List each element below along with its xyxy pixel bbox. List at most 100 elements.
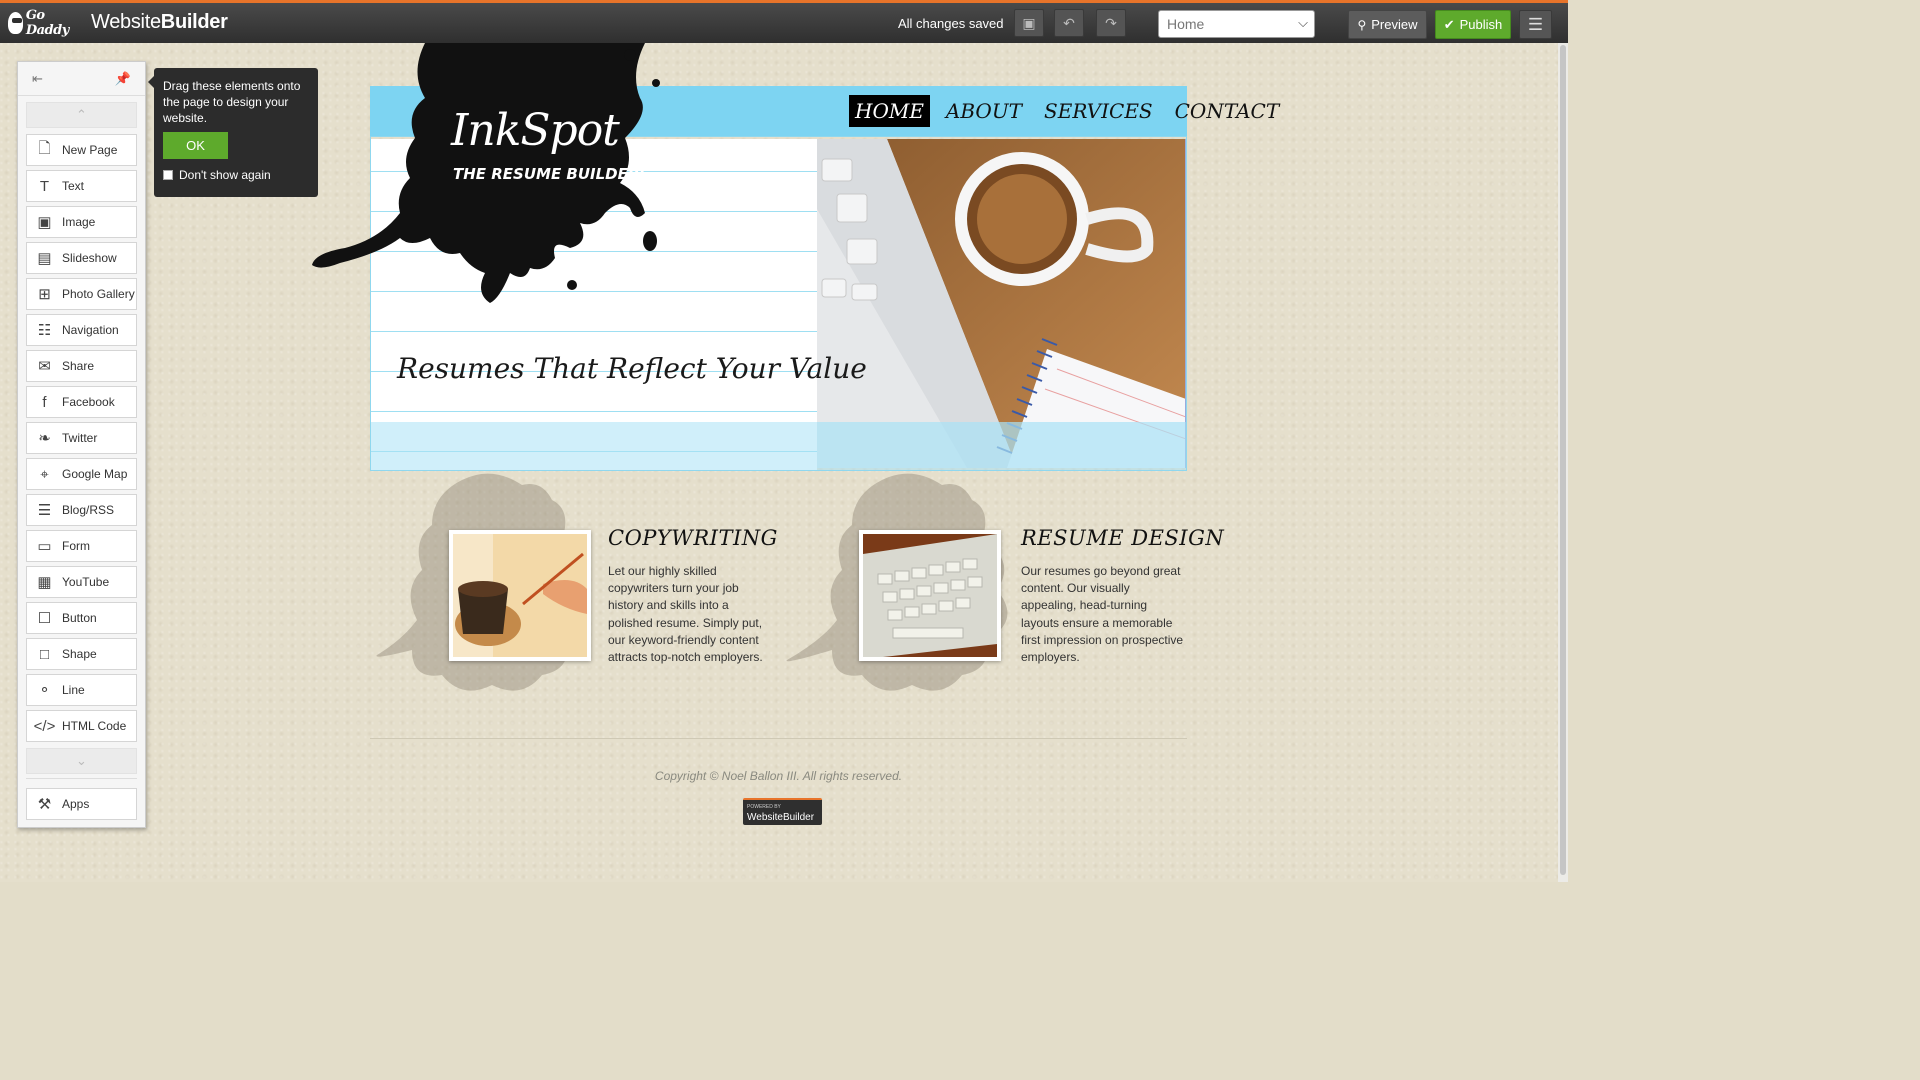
toolbox-item-line[interactable]: ⚬ Line [26,674,137,706]
godaddy-logo-text: Go Daddy [25,8,69,38]
toolbox-item-youtube[interactable]: ▦ YouTube [26,566,137,598]
preview-button[interactable]: ⚲ Preview [1348,10,1427,39]
site-navigation[interactable]: HOME ABOUT SERVICES CONTACT [849,92,1285,130]
pin-icon[interactable]: 📌 [115,71,131,87]
undo-button[interactable]: ↶ [1054,9,1084,37]
dont-show-again[interactable]: Don't show again [163,167,309,183]
toolbox-item-label: New Page [62,143,118,157]
redo-button[interactable]: ↷ [1096,9,1126,37]
text-icon: T [39,177,50,195]
toolbox-item-label: Apps [62,797,90,811]
toolbox-item-label: Google Map [62,467,128,481]
toolbox-item-form[interactable]: ▭ Form [26,530,137,562]
photo-gallery-icon: ⊞ [38,286,51,303]
toolbox-item-map[interactable]: ⌖ Google Map [26,458,137,490]
hero-tagline[interactable]: Resumes That Reflect Your Value [397,352,867,385]
toolbox-item-label: Line [62,683,85,697]
coffee-pen-photo [453,534,587,657]
toolbox-item-label: Blog/RSS [62,503,115,517]
toolbox-item-twitter[interactable]: ❧ Twitter [26,422,137,454]
undo-icon: ↶ [1063,14,1075,31]
scroll-thumb[interactable] [1560,45,1566,875]
button-icon: ☐ [37,610,52,627]
toolbox-item-label: Twitter [62,431,98,445]
toolbox-item-facebook[interactable]: f Facebook [26,386,137,418]
navigation-icon: ☷ [37,322,52,339]
tooltip-text: Drag these elements onto the page to des… [163,79,301,125]
godaddy-guy-icon [8,12,23,34]
dont-show-checkbox[interactable] [163,170,173,180]
save-status: All changes saved [898,16,1004,31]
site-logo-subtitle[interactable]: THE RESUME BUILDERS [453,165,650,183]
copywriting-text[interactable]: Let our highly skilled copywriters turn … [608,563,773,666]
redo-icon: ↷ [1105,14,1117,31]
toolbox-scroll-up[interactable]: ⌃ [26,102,137,128]
hamburger-icon: ☰ [1527,14,1544,34]
shape-icon: □ [39,645,50,663]
toolbox-item-blog[interactable]: ☰ Blog/RSS [26,494,137,526]
toolbox-item-button[interactable]: ☐ Button [26,602,137,634]
publish-label: Publish [1459,17,1503,32]
floppy-icon: ▣ [1022,14,1036,31]
toolbox-item-label: Facebook [62,395,115,409]
powered-by-badge[interactable]: POWERED BY WebsiteBuilder [743,798,822,825]
collapse-panel-icon[interactable]: ⇤ [32,71,43,87]
toolbox-item-text[interactable]: T Text [26,170,137,202]
slideshow-icon: ▤ [37,250,52,267]
nav-contact[interactable]: CONTACT [1169,95,1286,127]
toolbox-item-label: Shape [62,647,97,661]
menu-button[interactable]: ☰ [1519,10,1552,39]
html-code-icon: </> [33,717,56,735]
copywriting-image[interactable] [449,530,591,661]
nav-about[interactable]: ABOUT [940,95,1028,127]
resume-design-title[interactable]: RESUME DESIGN [1021,526,1224,550]
toolbox-item-shape[interactable]: □ Shape [26,638,137,670]
toolbox-item-html-code[interactable]: </> HTML Code [26,710,137,742]
facebook-icon: f [42,393,47,411]
footer-divider [370,738,1187,739]
toolbox-item-apps[interactable]: ⚒ Apps [26,788,137,820]
apps-icon: ⚒ [37,796,52,813]
save-button[interactable]: ▣ [1014,9,1044,37]
resume-design-text[interactable]: Our resumes go beyond great content. Our… [1021,563,1186,666]
toolbox-item-slideshow[interactable]: ▤ Slideshow [26,242,137,274]
nav-home[interactable]: HOME [849,95,930,127]
chevron-up-icon: ⌃ [76,107,87,122]
site-logo-title[interactable]: InkSpot [451,105,620,156]
top-bar: Go Daddy WebsiteBuilder All changes save… [0,0,1568,43]
publish-button[interactable]: ✔ Publish [1435,10,1511,39]
page-select[interactable]: Home ⌵ [1158,10,1315,38]
resume-design-image[interactable] [859,530,1001,661]
godaddy-logo[interactable]: Go Daddy [8,8,80,38]
badge-brand-text: WebsiteBuilder [747,812,815,823]
toolbox-item-share[interactable]: ✉ Share [26,350,137,382]
line-icon: ⚬ [38,682,51,699]
toolbox-item-label: Slideshow [62,251,117,265]
page-scrollbar[interactable] [1558,43,1568,882]
toolbox-item-label: Share [62,359,95,373]
image-icon: ▣ [37,214,52,231]
youtube-icon: ▦ [37,574,52,591]
new-page-icon: 🗋 [38,139,51,157]
preview-label: Preview [1371,17,1418,32]
copywriting-title[interactable]: COPYWRITING [608,526,778,550]
app-title-bold: Builder [160,11,228,33]
toolbox-item-label: Photo Gallery [62,287,135,301]
map-icon: ⌖ [40,465,49,483]
chevron-down-icon: ⌄ [76,753,87,768]
toolbox-item-photo-gallery[interactable]: ⊞ Photo Gallery [26,278,137,310]
toolbox-scroll-down[interactable]: ⌄ [26,748,137,774]
toolbox-item-label: HTML Code [62,719,127,733]
keyboard-photo [863,534,997,657]
form-icon: ▭ [37,538,52,555]
toolbox-item-label: YouTube [62,575,110,589]
nav-services[interactable]: SERVICES [1038,95,1159,127]
toolbox-item-label: Form [62,539,90,553]
tooltip-ok-button[interactable]: OK [163,132,228,159]
copyright-text[interactable]: Copyright © Noel Ballon III. All rights … [370,769,1187,783]
toolbox-item-new-page[interactable]: 🗋 New Page [26,134,137,166]
search-icon: ⚲ [1357,17,1367,32]
toolbox-separator [26,778,137,779]
toolbox-item-navigation[interactable]: ☷ Navigation [26,314,137,346]
toolbox-item-image[interactable]: ▣ Image [26,206,137,238]
